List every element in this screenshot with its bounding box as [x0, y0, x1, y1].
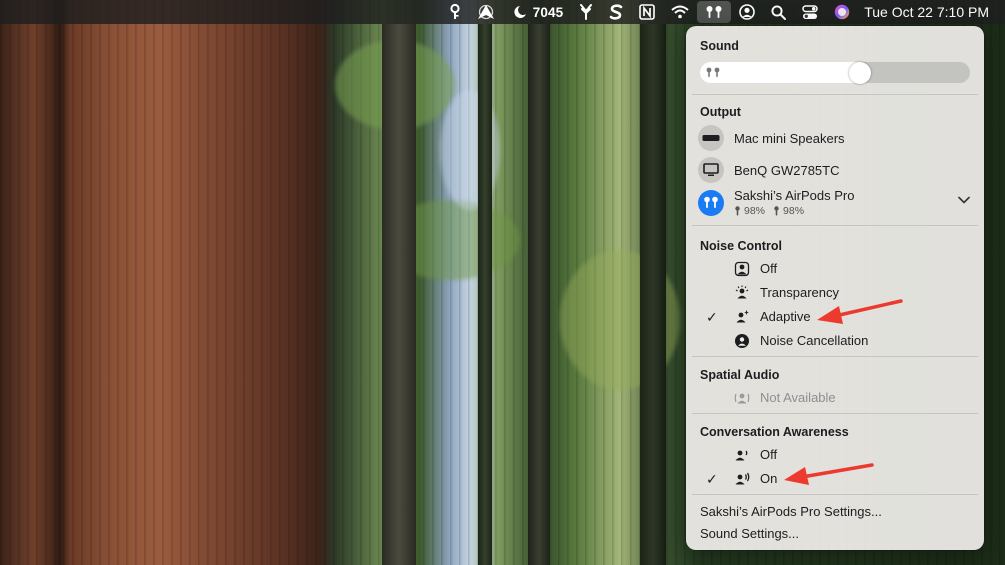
checkmark-icon: ✓ [706, 471, 718, 487]
siri-icon[interactable] [826, 0, 858, 24]
display-icon [698, 157, 724, 183]
volume-slider-fill [700, 62, 860, 83]
divider [692, 494, 978, 495]
noise-control-option-off[interactable]: Off [686, 258, 984, 280]
right-airpod-icon [774, 206, 779, 216]
output-device-label: Sakshi’s AirPods Pro [734, 188, 855, 203]
mac-mini-icon [698, 125, 724, 151]
adaptive-icon [736, 310, 749, 323]
scrivener-icon[interactable] [601, 0, 631, 24]
option-label: On [760, 471, 778, 486]
divider [692, 225, 978, 226]
right-battery: 98% [783, 205, 805, 217]
annotation-arrow-conversation-on [784, 463, 874, 485]
option-label: Adaptive [760, 309, 811, 324]
left-battery: 98% [744, 205, 766, 217]
annotation-arrow-adaptive [817, 299, 903, 324]
transparency-icon [735, 285, 749, 299]
divider [692, 413, 978, 414]
conversation-off-icon [735, 450, 748, 461]
steps-count: 7045 [532, 4, 564, 20]
left-airpod-icon [735, 206, 740, 216]
conversation-on-icon [735, 472, 750, 485]
airpods-battery-levels: 98% 98% [734, 205, 854, 217]
chevron-down-icon[interactable] [958, 196, 970, 204]
location-arrow-icon[interactable] [469, 0, 503, 24]
option-label: Noise Cancellation [760, 333, 869, 348]
airpods-icon [698, 189, 724, 216]
noise-off-icon [734, 261, 750, 277]
tree-trunk [640, 24, 666, 565]
volume-slider-knob[interactable] [849, 61, 871, 84]
spatial-audio-icon [734, 393, 750, 404]
sound-section-title: Sound [700, 39, 739, 53]
wifi-icon[interactable] [663, 0, 697, 24]
output-device-label: Mac mini Speakers [734, 130, 845, 146]
key-icon[interactable] [441, 0, 469, 24]
airpods-settings-link[interactable]: Sakshi’s AirPods Pro Settings... [700, 504, 882, 519]
output-device-benq-display[interactable]: BenQ GW2785TC [698, 157, 840, 183]
tree-trunk [478, 24, 492, 565]
airpods-menu-icon[interactable] [697, 1, 732, 23]
noise-control-section-title: Noise Control [700, 239, 782, 253]
output-device-airpods-pro[interactable]: Sakshi’s AirPods Pro 98% 98% [698, 188, 854, 217]
menu-bar-clock[interactable]: Tue Oct 22 7:10 PM [858, 0, 995, 24]
output-section-title: Output [700, 105, 741, 119]
volume-slider[interactable] [700, 61, 970, 84]
checkmark-icon: ✓ [706, 309, 718, 325]
output-device-label: BenQ GW2785TC [734, 162, 840, 178]
output-device-mac-mini-speakers[interactable]: Mac mini Speakers [698, 125, 845, 151]
user-icon[interactable] [731, 0, 763, 24]
menu-bar: 7045 Tue Oct 22 7:10 PM [0, 0, 1005, 24]
spatial-audio-status-label: Not Available [760, 390, 836, 405]
tree-trunk [382, 24, 416, 565]
fork-icon[interactable] [571, 0, 601, 24]
airpods-small-icon [706, 67, 720, 77]
spatial-audio-status: Not Available [686, 387, 984, 409]
search-icon[interactable] [763, 0, 794, 24]
noise-control-option-noise-cancellation[interactable]: Noise Cancellation [686, 330, 984, 352]
option-label: Off [760, 261, 778, 276]
conversation-awareness-section-title: Conversation Awareness [700, 425, 849, 439]
control-center-icon[interactable] [794, 0, 826, 24]
divider [692, 94, 978, 95]
option-label: Off [760, 447, 778, 462]
tree-trunk [528, 24, 550, 565]
sound-settings-link[interactable]: Sound Settings... [700, 526, 799, 541]
notion-icon[interactable] [631, 0, 663, 24]
divider [692, 356, 978, 357]
noise-cancellation-icon [735, 334, 749, 348]
spatial-audio-section-title: Spatial Audio [700, 368, 780, 382]
weather-steps-item[interactable]: 7045 [503, 0, 571, 24]
moon-icon [514, 6, 526, 18]
